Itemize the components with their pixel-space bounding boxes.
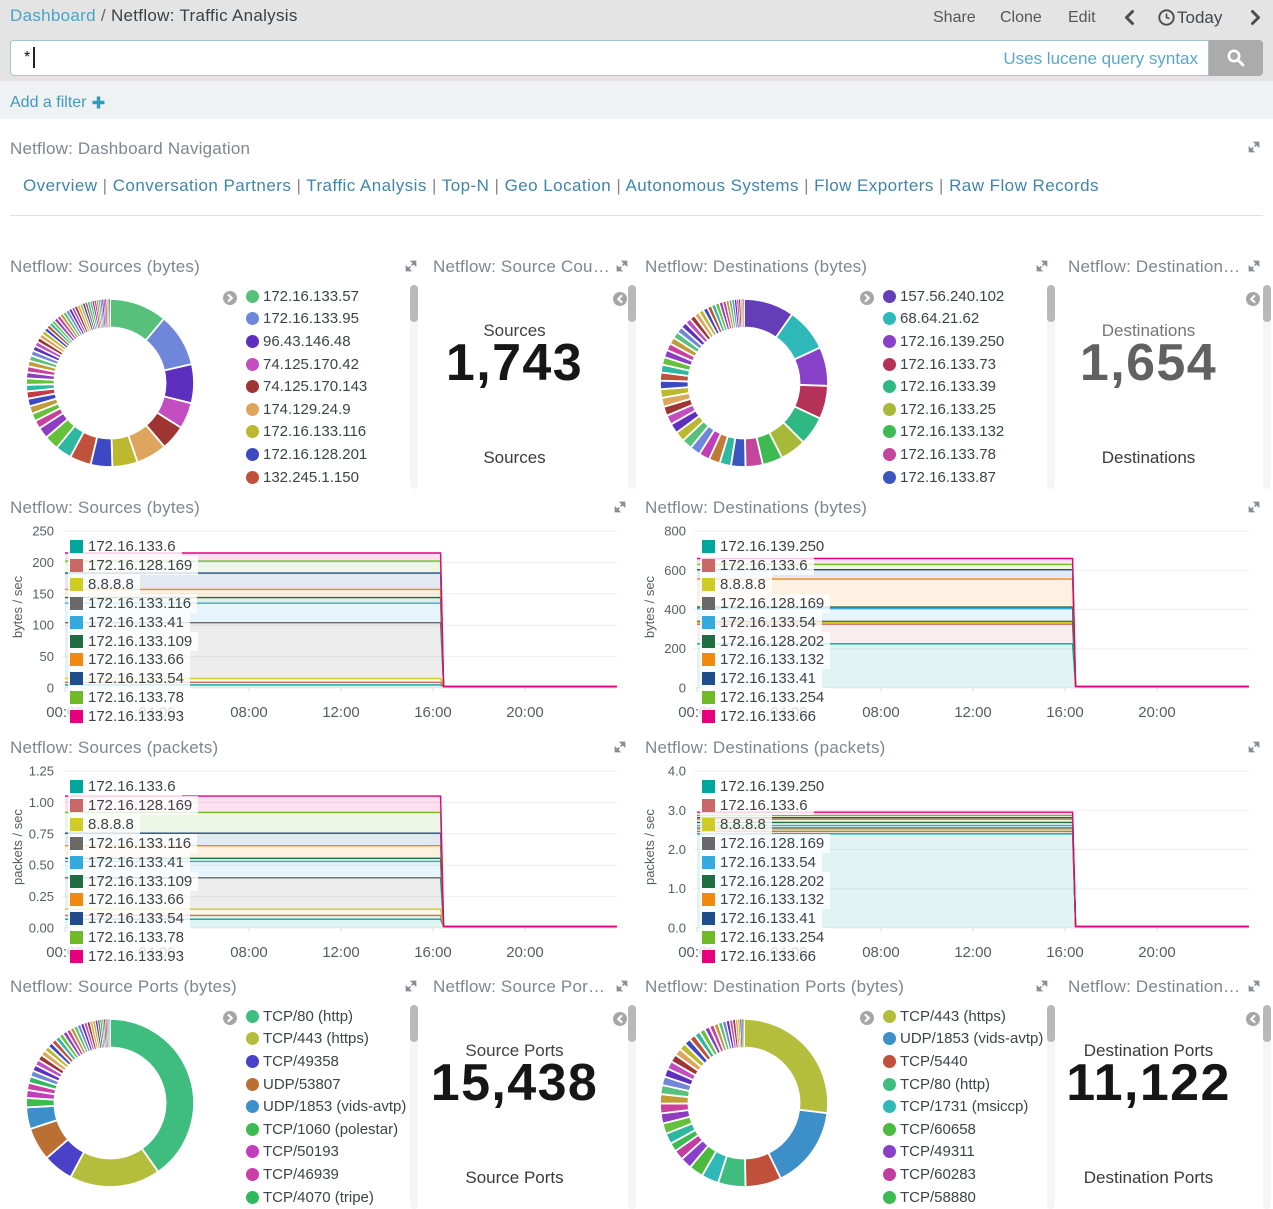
svg-text:bytes / sec: bytes / sec xyxy=(642,575,657,638)
svg-text:08:00: 08:00 xyxy=(862,704,900,721)
svg-text:packets / sec: packets / sec xyxy=(10,809,25,885)
svg-text:0.25: 0.25 xyxy=(29,889,54,904)
svg-text:1.25: 1.25 xyxy=(29,764,54,779)
svg-text:20:00: 20:00 xyxy=(1138,944,1176,961)
svg-text:2.0: 2.0 xyxy=(668,842,686,857)
svg-text:0.0: 0.0 xyxy=(668,921,686,936)
svg-text:100: 100 xyxy=(32,618,54,633)
svg-text:200: 200 xyxy=(32,555,54,570)
svg-text:12:00: 12:00 xyxy=(954,704,992,721)
svg-text:3.0: 3.0 xyxy=(668,803,686,818)
svg-text:800: 800 xyxy=(664,524,686,539)
svg-text:0: 0 xyxy=(679,681,686,696)
svg-text:400: 400 xyxy=(664,602,686,617)
svg-text:0.75: 0.75 xyxy=(29,826,54,841)
svg-text:12:00: 12:00 xyxy=(954,944,992,961)
svg-text:4.0: 4.0 xyxy=(668,764,686,779)
svg-text:1.0: 1.0 xyxy=(668,881,686,896)
svg-text:08:00: 08:00 xyxy=(862,944,900,961)
svg-text:200: 200 xyxy=(664,641,686,656)
svg-text:12:00: 12:00 xyxy=(322,944,360,961)
svg-text:0.00: 0.00 xyxy=(29,921,54,936)
svg-text:08:00: 08:00 xyxy=(230,944,268,961)
svg-text:08:00: 08:00 xyxy=(230,704,268,721)
svg-text:16:00: 16:00 xyxy=(414,944,452,961)
svg-text:16:00: 16:00 xyxy=(1046,704,1084,721)
svg-text:16:00: 16:00 xyxy=(1046,944,1084,961)
svg-text:12:00: 12:00 xyxy=(322,704,360,721)
svg-text:250: 250 xyxy=(32,524,54,539)
svg-text:50: 50 xyxy=(40,649,54,664)
svg-text:20:00: 20:00 xyxy=(1138,704,1176,721)
svg-text:150: 150 xyxy=(32,586,54,601)
svg-text:packets / sec: packets / sec xyxy=(642,809,657,885)
svg-text:20:00: 20:00 xyxy=(506,704,544,721)
svg-text:20:00: 20:00 xyxy=(506,944,544,961)
svg-text:1.00: 1.00 xyxy=(29,795,54,810)
svg-text:600: 600 xyxy=(664,563,686,578)
svg-text:16:00: 16:00 xyxy=(414,704,452,721)
svg-text:0.50: 0.50 xyxy=(29,858,54,873)
svg-text:bytes / sec: bytes / sec xyxy=(10,575,25,638)
svg-text:0: 0 xyxy=(47,681,54,696)
